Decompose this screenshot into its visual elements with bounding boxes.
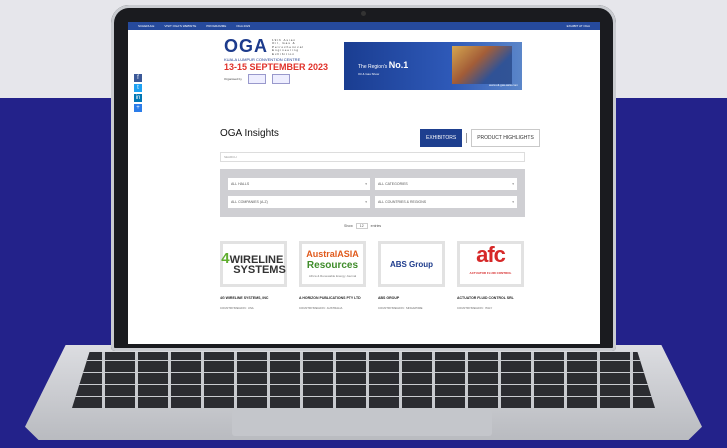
exhibitor-country: COUNTRY/REGION : SINGAPORE <box>378 306 423 310</box>
tab-product-highlights[interactable]: PRODUCT HIGHLIGHTS <box>471 129 540 147</box>
twitter-icon[interactable]: t <box>134 84 142 92</box>
banner-headline: The Region's No.1 <box>358 60 409 70</box>
exhibitor-name[interactable]: ACTUATOR FLUID CONTROL SRL <box>457 296 524 300</box>
event-header: OGA 19th Asian Oil, Gas & Petrochemical E… <box>224 36 522 96</box>
banner-subline: Oil & Gas Show <box>358 72 380 76</box>
nav-item-website[interactable]: VISIT OGA'S WEBSITE <box>164 24 196 28</box>
categories-select[interactable]: ALL CATEGORIES <box>375 178 517 190</box>
top-nav: SCHEDULE VISIT OGA'S WEBSITE PROGRAMME O… <box>128 22 600 30</box>
exhibitor-country: COUNTRY/REGION : AUSTRALIA <box>299 306 343 310</box>
exhibitor-card[interactable]: ABS Group ABS GROUP COUNTRY/REGION : SIN… <box>378 241 445 310</box>
show-label: Show <box>344 224 353 228</box>
organiser-logo <box>247 74 266 84</box>
exhibitor-name[interactable]: ABS GROUP <box>378 296 445 300</box>
halls-select[interactable]: ALL HALLS <box>228 178 370 190</box>
entries-label: entries <box>370 224 382 228</box>
facebook-icon[interactable]: f <box>134 74 142 82</box>
laptop-keyboard <box>72 352 655 408</box>
filter-panel: ALL HALLS ALL CATEGORIES ALL COMPANIES (… <box>220 169 525 217</box>
nav-item-exhibit[interactable]: EXHIBIT AT OGA <box>567 24 590 28</box>
linkedin-icon[interactable]: in <box>134 94 142 102</box>
exhibitor-country: COUNTRY/REGION : ITALY <box>457 306 493 310</box>
nav-item-programme[interactable]: PROGRAMME <box>206 24 226 28</box>
exhibitor-card[interactable]: AustralASIA Resources Africa & Renewable E… <box>299 241 366 310</box>
partner-logo <box>271 74 290 84</box>
exhibitor-card[interactable]: afc ACTUATOR FLUID CONTROL ACTUATOR FLUID… <box>457 241 524 310</box>
exhibitor-country: COUNTRY/REGION : USA <box>220 306 254 310</box>
banner-url: www.oil-gas-asia.com <box>488 83 518 87</box>
tab-divider <box>466 133 468 143</box>
share-icon[interactable]: + <box>134 104 142 112</box>
page-title: OGA Insights <box>220 128 279 139</box>
nav-item-schedule[interactable]: SCHEDULE <box>138 24 154 28</box>
exhibitor-name[interactable]: A HORIZON PUBLICATIONS PTY LTD <box>299 296 366 300</box>
promo-banner[interactable]: The Region's No.1 Oil & Gas Show www.oil… <box>344 42 522 90</box>
laptop-camera <box>361 11 366 16</box>
exhibitor-logo[interactable]: ABS Group <box>378 241 445 287</box>
companies-select[interactable]: ALL COMPANIES (A-Z) <box>228 196 370 208</box>
organised-by-label: Organised by <box>224 77 242 81</box>
search-input[interactable]: SEARCH <box>220 152 525 162</box>
laptop-screen: SCHEDULE VISIT OGA'S WEBSITE PROGRAMME O… <box>128 22 600 344</box>
event-logo-block: OGA 19th Asian Oil, Gas & Petrochemical E… <box>224 36 334 96</box>
entries-select[interactable]: 12 <box>355 223 368 229</box>
exhibitor-logo[interactable]: afc ACTUATOR FLUID CONTROL <box>457 241 524 287</box>
banner-artwork <box>452 46 512 84</box>
organisers: Organised by <box>224 74 334 84</box>
exhibitor-logo[interactable]: 4WIRELINE SYSTEMS <box>220 241 287 287</box>
exhibitor-grid: 4WIRELINE SYSTEMS 4G WIRELINE SYSTEMS, IN… <box>220 241 525 310</box>
event-dates: 13-15 SEPTEMBER 2023 <box>224 62 329 72</box>
view-tabs: EXHIBITORS PRODUCT HIGHLIGHTS <box>420 129 540 147</box>
nav-item-oga2023[interactable]: OGA 2023 <box>236 24 250 28</box>
entries-control: Show 12 entries <box>344 223 381 229</box>
oga-logo[interactable]: OGA 19th Asian Oil, Gas & Petrochemical E… <box>224 36 334 57</box>
exhibitor-name[interactable]: 4G WIRELINE SYSTEMS, INC <box>220 296 287 300</box>
laptop-trackpad <box>232 410 492 436</box>
countries-select[interactable]: ALL COUNTRIES & REGIONS <box>375 196 517 208</box>
social-share-bar: f t in + <box>134 74 142 112</box>
exhibitor-card[interactable]: 4WIRELINE SYSTEMS 4G WIRELINE SYSTEMS, IN… <box>220 241 287 310</box>
tab-exhibitors[interactable]: EXHIBITORS <box>420 129 463 147</box>
exhibitor-logo[interactable]: AustralASIA Resources Africa & Renewable E… <box>299 241 366 287</box>
